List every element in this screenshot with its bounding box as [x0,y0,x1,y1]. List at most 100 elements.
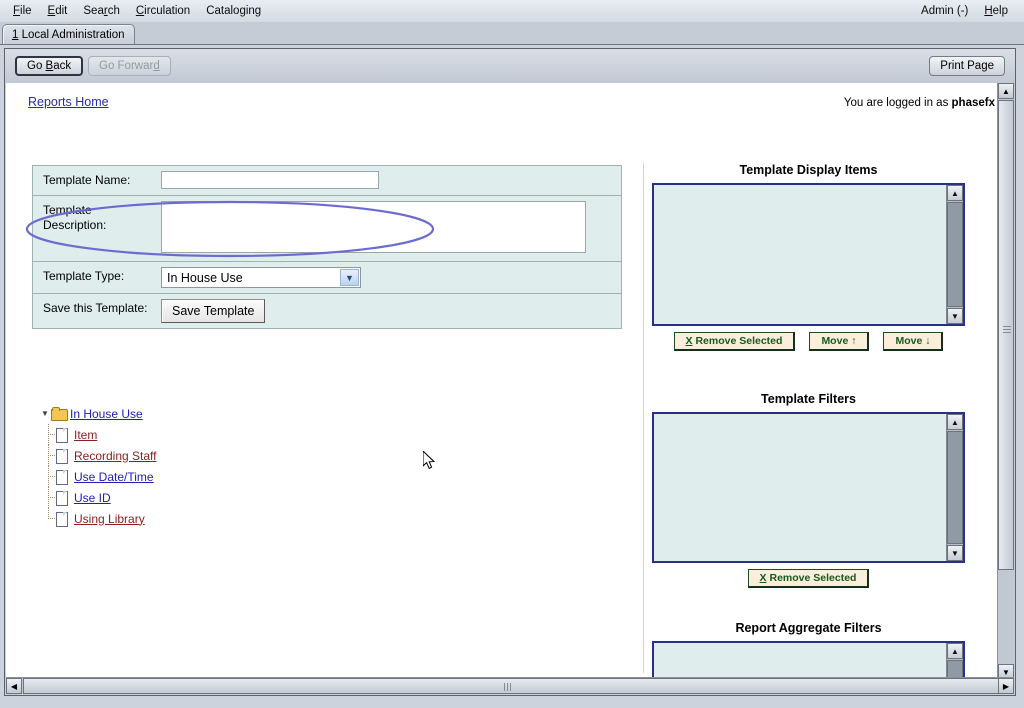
scrollbar-grip [1003,326,1011,333]
go-forward-button: Go Forward [88,56,171,76]
menu-edit[interactable]: Edit [40,3,76,19]
go-back-button[interactable]: Go Back [15,56,83,76]
template-display-items-listbox[interactable]: ▲ ▼ [652,183,965,326]
triangle-down-icon[interactable]: ▼ [39,409,51,418]
tree-link-use-date-time[interactable]: Use Date/Time [74,470,154,484]
listbox-scrollbar[interactable]: ▲ ▼ [946,414,963,561]
scrollbar-thumb[interactable] [947,202,963,307]
triangle-down-icon[interactable]: ▼ [947,308,963,324]
panel-title-report-aggregate-filters: Report Aggregate Filters [652,621,965,635]
template-filters-listbox[interactable]: ▲ ▼ [652,412,965,563]
tree-elbow [48,476,55,478]
browser-toolbar: Go Back Go Forward Print Page [5,49,1015,83]
tree-row-recording-staff[interactable]: Recording Staff [39,445,157,466]
template-type-selected-value: In House Use [162,271,243,285]
form-row-save: Save this Template: Save Template [33,294,621,328]
listbox-scrollbar[interactable]: ▲ ▼ [946,185,963,324]
menu-search[interactable]: Search [75,3,127,19]
document-icon [56,469,69,484]
tree-row-use-date-time[interactable]: Use Date/Time [39,466,157,487]
mouse-pointer-icon [423,451,437,471]
tab-number: 1 [12,29,18,41]
logged-in-username: phasefx [952,97,995,109]
template-description-input[interactable] [161,201,586,253]
listbox-scrollbar[interactable]: ▲ [946,643,963,680]
page-horizontal-scrollbar[interactable]: ◀ ▶ [6,677,1014,694]
form-row-template-description: TemplateDescription: [33,196,621,262]
template-type-select[interactable]: In House Use ▼ [161,267,361,288]
tree-link-recording-staff[interactable]: Recording Staff [74,449,157,463]
save-template-control: Save Template [161,294,621,328]
vertical-scrollbar-thumb[interactable] [998,100,1014,570]
document-icon [56,427,69,442]
template-name-control [161,166,621,195]
page-content: Reports Home You are logged in as phasef… [6,83,999,680]
tab-local-administration[interactable]: 1 Local Administration [2,24,135,44]
tab-label: Local Administration [22,29,125,41]
tree-link-use-id[interactable]: Use ID [74,491,111,505]
remove-selected-display-items-button[interactable]: X Remove Selected [674,332,796,351]
save-template-button[interactable]: Save Template [161,299,265,323]
application-window: File Edit Search Circulation Cataloging … [0,0,1024,708]
tree-elbow [48,455,55,457]
print-page-button[interactable]: Print Page [929,56,1005,76]
menubar: File Edit Search Circulation Cataloging … [0,0,1024,22]
tree-link-item[interactable]: Item [74,428,97,442]
horizontal-scrollbar-thumb[interactable] [23,678,1001,694]
triangle-up-icon[interactable]: ▲ [998,83,1014,99]
reports-home-link[interactable]: Reports Home [28,95,109,109]
template-display-items-buttons: X Remove Selected Move ↑ Move ↓ [652,332,965,351]
tree-elbow [48,434,55,436]
document-icon [56,448,69,463]
triangle-up-icon[interactable]: ▲ [947,643,963,659]
tree-link-using-library[interactable]: Using Library [74,512,145,526]
tree-row-use-id[interactable]: Use ID [39,487,157,508]
tree-link-in-house-use[interactable]: In House Use [70,407,143,421]
form-row-template-name: Template Name: [33,166,621,196]
scrollbar-thumb[interactable] [947,431,963,544]
tree-row-root[interactable]: ▼ In House Use [39,403,157,424]
move-down-button[interactable]: Move ↓ [883,332,943,351]
template-type-control: In House Use ▼ [161,262,621,293]
move-up-button[interactable]: Move ↑ [809,332,869,351]
logged-in-prefix: You are logged in as [844,97,952,109]
template-type-label: Template Type: [33,262,161,293]
tree-row-using-library[interactable]: Using Library [39,508,157,529]
remove-selected-filters-button[interactable]: X Remove Selected [748,569,870,588]
page-vertical-scrollbar[interactable]: ▲ ▼ [997,83,1014,680]
triangle-down-icon[interactable]: ▼ [947,545,963,561]
template-description-control [161,196,621,261]
tree-row-item[interactable]: Item [39,424,157,445]
source-tree: ▼ In House Use Item Recording Staff [39,403,157,529]
triangle-right-icon[interactable]: ▶ [998,678,1014,694]
tree-elbow [48,518,55,520]
remove-selected-label: Remove Selected [695,335,782,347]
document-icon [56,490,69,505]
template-name-input[interactable] [161,171,379,189]
menu-help[interactable]: Help [976,3,1016,19]
remove-selected-label: Remove Selected [769,572,856,584]
triangle-up-icon[interactable]: ▲ [947,185,963,201]
template-form: Template Name: TemplateDescription: Temp… [32,165,622,329]
panel-template-filters: Template Filters ▲ ▼ X Remove Selected [652,392,965,588]
remove-selected-accel: X [760,572,767,584]
tree-elbow [48,497,55,499]
logged-in-status: You are logged in as phasefx [844,97,995,109]
browser-frame: Go Back Go Forward Print Page Reports Ho… [4,48,1016,696]
menu-cataloging[interactable]: Cataloging [198,3,269,19]
menu-file[interactable]: File [5,3,40,19]
panel-title-template-filters: Template Filters [652,392,965,406]
folder-icon [51,407,67,420]
form-row-template-type: Template Type: In House Use ▼ [33,262,621,294]
document-icon [56,511,69,526]
scrollbar-grip [504,683,511,691]
menu-circulation[interactable]: Circulation [128,3,198,19]
remove-selected-accel: X [686,335,693,347]
triangle-left-icon[interactable]: ◀ [6,678,22,694]
chevron-down-icon[interactable]: ▼ [340,269,359,286]
menu-admin[interactable]: Admin (-) [913,3,976,19]
triangle-up-icon[interactable]: ▲ [947,414,963,430]
panel-report-aggregate-filters: Report Aggregate Filters ▲ [652,621,965,680]
menubar-right-group: Admin (-) Help [913,3,1024,19]
report-aggregate-filters-listbox[interactable]: ▲ [652,641,965,680]
